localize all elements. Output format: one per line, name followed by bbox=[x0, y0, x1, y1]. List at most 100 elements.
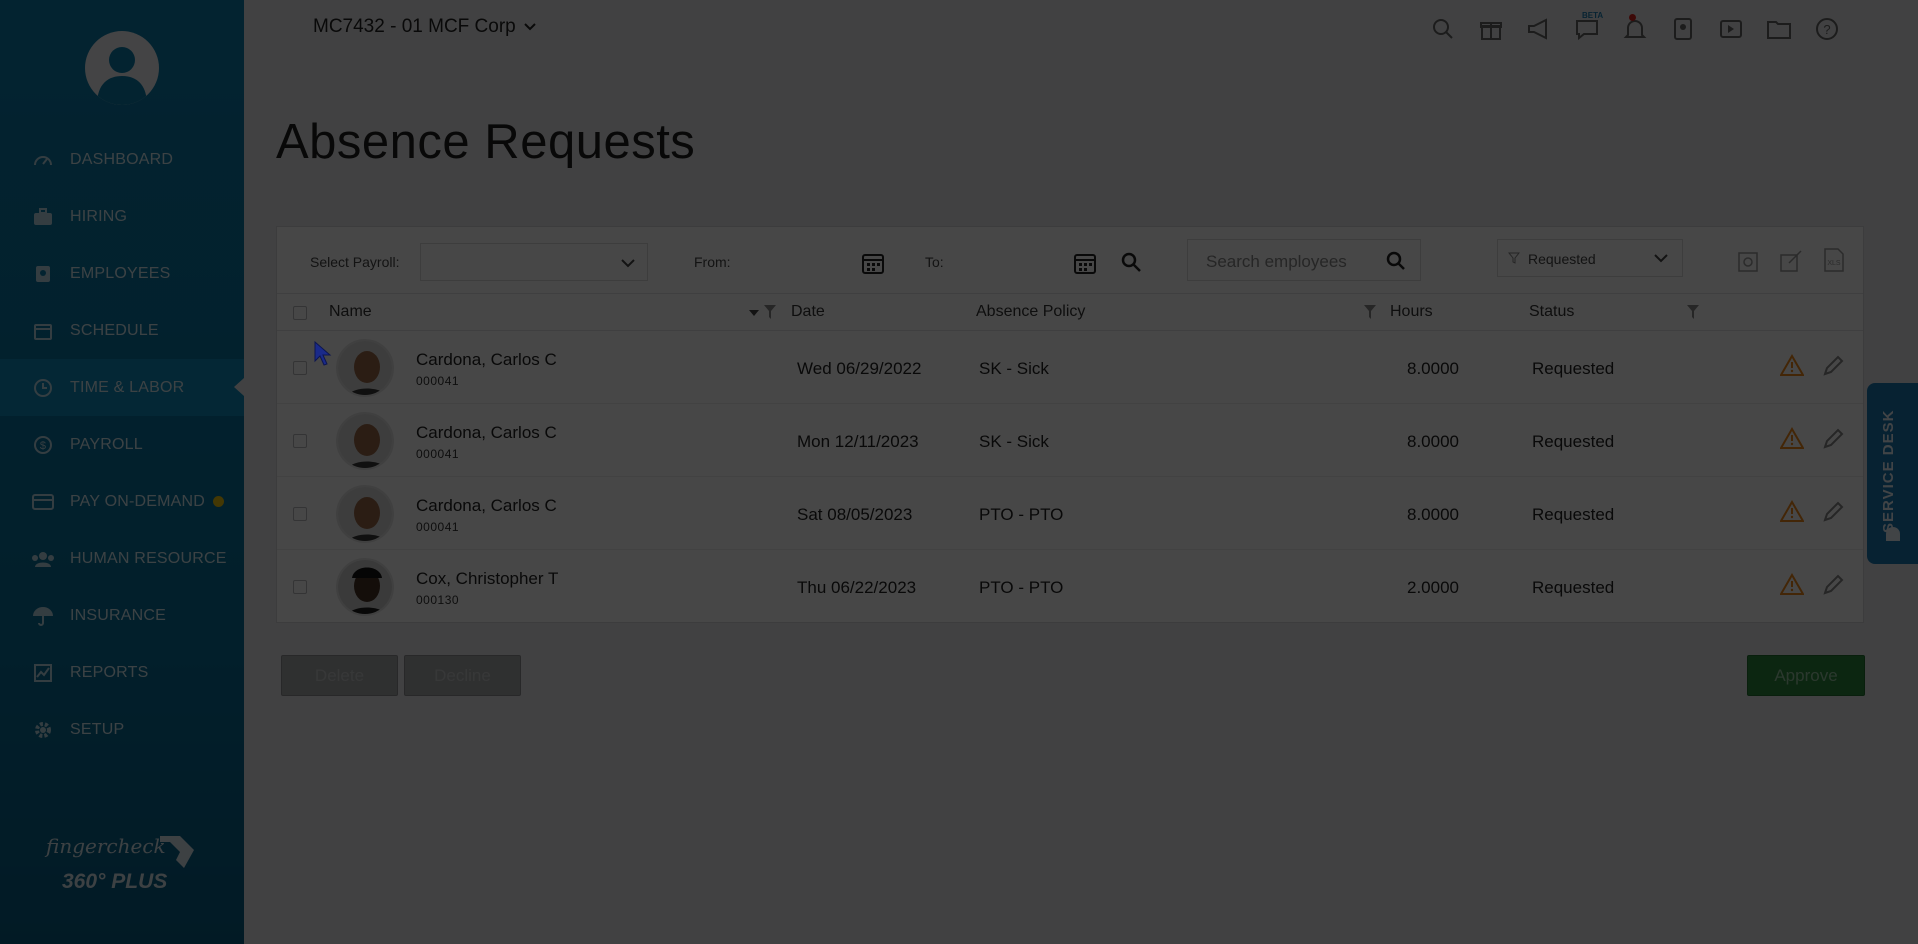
sidebar-item-employees[interactable]: EMPLOYEES bbox=[0, 245, 244, 302]
absence-hours: 8.0000 bbox=[1407, 505, 1459, 524]
sidebar-item-label: TIME & LABOR bbox=[70, 378, 185, 396]
warning-icon[interactable] bbox=[1780, 427, 1804, 449]
help-icon[interactable]: ? bbox=[1814, 16, 1840, 42]
search-date-icon[interactable] bbox=[1120, 251, 1142, 273]
video-icon[interactable] bbox=[1718, 16, 1744, 42]
brand-name: fingercheck bbox=[46, 834, 166, 858]
column-header-name[interactable]: Name bbox=[329, 303, 372, 321]
sidebar-item-label: SCHEDULE bbox=[70, 321, 159, 339]
column-header-status[interactable]: Status bbox=[1529, 303, 1574, 321]
absence-policy: PTO - PTO bbox=[979, 578, 1064, 597]
absence-date: Thu 06/22/2023 bbox=[797, 578, 917, 597]
search-employees-input[interactable]: Search employees bbox=[1187, 239, 1421, 281]
status-filter-value: Requested bbox=[1528, 251, 1596, 267]
payroll-select[interactable] bbox=[420, 243, 648, 281]
export-edit-icon[interactable] bbox=[1779, 247, 1803, 273]
filter-icon[interactable] bbox=[1364, 305, 1376, 319]
table-row[interactable]: Cardona, Carlos C 000041 Mon 12/11/2023 … bbox=[277, 404, 1863, 477]
svg-text:?: ? bbox=[1823, 22, 1830, 37]
table-row[interactable]: Cox, Christopher T 000130 Thu 06/22/2023… bbox=[277, 550, 1863, 623]
from-date-input[interactable] bbox=[745, 243, 885, 281]
warning-icon[interactable] bbox=[1780, 500, 1804, 522]
edit-pencil-icon[interactable] bbox=[1821, 500, 1845, 524]
column-header-date[interactable]: Date bbox=[791, 303, 825, 321]
export-xls-icon[interactable]: XLS bbox=[1823, 247, 1845, 273]
settings-columns-icon[interactable] bbox=[1737, 251, 1759, 273]
search-icon[interactable] bbox=[1430, 16, 1456, 42]
sidebar-item-payroll[interactable]: $ PAYROLL bbox=[0, 416, 244, 473]
gift-icon[interactable] bbox=[1478, 16, 1504, 42]
edit-pencil-icon[interactable] bbox=[1821, 354, 1845, 378]
chart-icon bbox=[30, 663, 56, 683]
table-row[interactable]: Cardona, Carlos C 000041 Sat 08/05/2023 … bbox=[277, 477, 1863, 550]
service-desk-tab[interactable]: SERVICE DESK bbox=[1867, 383, 1918, 564]
sidebar-item-label: HIRING bbox=[70, 207, 128, 225]
sidebar-item-reports[interactable]: REPORTS bbox=[0, 644, 244, 701]
from-label: From: bbox=[694, 254, 731, 270]
sidebar-item-schedule[interactable]: SCHEDULE bbox=[0, 302, 244, 359]
employee-photo bbox=[336, 485, 394, 543]
sidebar-item-time-labor[interactable]: TIME & LABOR bbox=[0, 359, 244, 416]
clock-icon bbox=[30, 378, 56, 398]
sidebar-item-label: INSURANCE bbox=[70, 606, 167, 624]
select-all-checkbox[interactable] bbox=[293, 306, 307, 320]
absence-policy: SK - Sick bbox=[979, 432, 1049, 451]
absence-hours: 8.0000 bbox=[1407, 359, 1459, 378]
column-header-hours[interactable]: Hours bbox=[1390, 303, 1433, 321]
row-checkbox[interactable] bbox=[293, 507, 307, 521]
sidebar-item-insurance[interactable]: INSURANCE bbox=[0, 587, 244, 644]
dashboard-icon bbox=[30, 150, 56, 170]
edit-pencil-icon[interactable] bbox=[1821, 427, 1845, 451]
search-placeholder: Search employees bbox=[1206, 252, 1347, 271]
to-date-input[interactable] bbox=[957, 243, 1097, 281]
warning-icon[interactable] bbox=[1780, 573, 1804, 595]
brand-logo: fingercheck 360° PLUS bbox=[46, 834, 206, 893]
user-avatar[interactable] bbox=[85, 31, 159, 105]
sidebar-nav: DASHBOARD HIRING EMPLOYEES SCHEDULE TIME… bbox=[0, 131, 244, 758]
table-header: Name Date Absence Policy Hours Status bbox=[277, 293, 1863, 331]
employee-photo bbox=[336, 412, 394, 470]
megaphone-icon[interactable] bbox=[1526, 16, 1552, 42]
sidebar-item-setup[interactable]: SETUP bbox=[0, 701, 244, 758]
warning-icon[interactable] bbox=[1780, 354, 1804, 376]
status-filter-select[interactable]: Requested bbox=[1497, 239, 1683, 277]
filter-icon bbox=[1508, 252, 1520, 264]
row-checkbox[interactable] bbox=[293, 361, 307, 375]
sidebar-item-label: DASHBOARD bbox=[70, 150, 174, 168]
sidebar-item-pay-on-demand[interactable]: PAY ON-DEMAND bbox=[0, 473, 244, 530]
employee-name[interactable]: Cardona, Carlos C bbox=[416, 496, 557, 516]
row-checkbox[interactable] bbox=[293, 580, 307, 594]
decline-button[interactable]: Decline bbox=[404, 655, 521, 696]
absence-status: Requested bbox=[1532, 359, 1615, 378]
umbrella-icon bbox=[30, 606, 56, 626]
approve-button[interactable]: Approve bbox=[1747, 655, 1865, 696]
table-row[interactable]: Cardona, Carlos C 000041 Wed 06/29/2022 … bbox=[277, 331, 1863, 404]
folder-icon[interactable] bbox=[1766, 16, 1792, 42]
company-selector[interactable]: MC7432 - 01 MCF Corp bbox=[313, 16, 536, 38]
delete-button[interactable]: Delete bbox=[281, 655, 398, 696]
sidebar-item-hiring[interactable]: HIRING bbox=[0, 188, 244, 245]
employee-id: 000130 bbox=[416, 593, 460, 607]
calendar-icon[interactable] bbox=[861, 251, 885, 275]
column-header-absence-policy[interactable]: Absence Policy bbox=[976, 303, 1085, 321]
sidebar-item-dashboard[interactable]: DASHBOARD bbox=[0, 131, 244, 188]
employee-name[interactable]: Cox, Christopher T bbox=[416, 569, 558, 589]
sidebar-item-human-resource[interactable]: HUMAN RESOURCE bbox=[0, 530, 244, 587]
sort-desc-icon[interactable] bbox=[749, 310, 759, 316]
svg-text:XLS: XLS bbox=[1827, 260, 1841, 267]
employee-name[interactable]: Cardona, Carlos C bbox=[416, 423, 557, 443]
gear-icon bbox=[30, 720, 56, 740]
calendar-icon bbox=[30, 321, 56, 341]
filter-icon[interactable] bbox=[1687, 305, 1699, 319]
credit-card-icon bbox=[30, 492, 56, 512]
svg-text:$: $ bbox=[40, 440, 46, 452]
calendar-icon[interactable] bbox=[1073, 251, 1097, 275]
sidebar: DASHBOARD HIRING EMPLOYEES SCHEDULE TIME… bbox=[0, 0, 244, 944]
filter-icon[interactable] bbox=[764, 305, 776, 319]
employee-name[interactable]: Cardona, Carlos C bbox=[416, 350, 557, 370]
edit-pencil-icon[interactable] bbox=[1821, 573, 1845, 597]
search-icon[interactable] bbox=[1386, 251, 1406, 271]
contact-card-icon[interactable] bbox=[1670, 16, 1696, 42]
row-checkbox[interactable] bbox=[293, 434, 307, 448]
people-icon bbox=[30, 549, 56, 569]
